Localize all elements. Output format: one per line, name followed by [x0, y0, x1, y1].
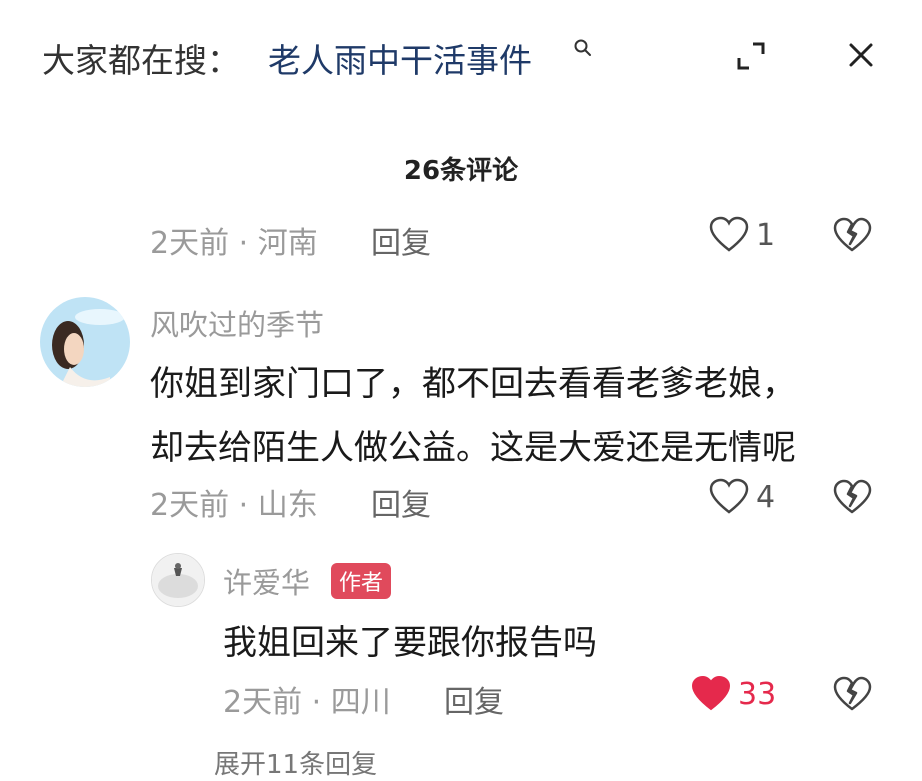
broken-heart-icon[interactable] — [832, 674, 872, 714]
username[interactable]: 许爱华 — [223, 560, 310, 602]
reply-button[interactable]: 回复 — [371, 480, 431, 524]
expand-icon[interactable] — [735, 40, 767, 72]
comment-text-line: 你姐到家门口了，都不回去看看老爹老娘， — [150, 364, 796, 404]
reply-button[interactable]: 回复 — [371, 218, 431, 262]
like-button[interactable]: 1 — [708, 214, 775, 256]
broken-heart-icon[interactable] — [832, 477, 872, 517]
search-query-link[interactable]: 老人雨中干活事件 — [268, 34, 532, 82]
comment-text-line: 却去给陌生人做公益。这是大爱还是无情呢 — [150, 428, 796, 468]
heart-icon — [709, 216, 749, 252]
heart-filled-icon — [691, 675, 731, 711]
username[interactable]: 风吹过的季节 — [150, 302, 324, 344]
search-icon[interactable] — [573, 38, 593, 58]
comment-meta: 2天前 · 河南 — [150, 226, 318, 261]
broken-heart-icon[interactable] — [832, 215, 872, 255]
avatar-image — [40, 297, 130, 387]
comment-meta: 2天前 · 四川 — [223, 685, 391, 720]
avatar[interactable] — [151, 553, 205, 607]
reply-button[interactable]: 回复 — [444, 677, 504, 721]
avatar-image — [152, 554, 204, 606]
comment-meta: 2天前 · 山东 — [150, 488, 318, 523]
like-count: 1 — [756, 217, 776, 253]
search-bar[interactable]: 大家都在搜： 老人雨中干活事件 — [0, 0, 922, 110]
close-icon[interactable] — [846, 40, 876, 70]
author-badge: 作者 — [331, 563, 392, 599]
like-button[interactable]: 4 — [708, 476, 775, 518]
like-count: 4 — [756, 479, 776, 515]
reply-text: 我姐回来了要跟你报告吗 — [223, 623, 597, 663]
like-count: 33 — [738, 676, 777, 712]
comments-title: 26条评论 — [403, 156, 519, 186]
like-button[interactable]: 33 — [690, 673, 776, 715]
heart-icon — [709, 478, 749, 514]
search-prefix: 大家都在搜： — [42, 41, 240, 80]
avatar[interactable] — [40, 297, 130, 387]
